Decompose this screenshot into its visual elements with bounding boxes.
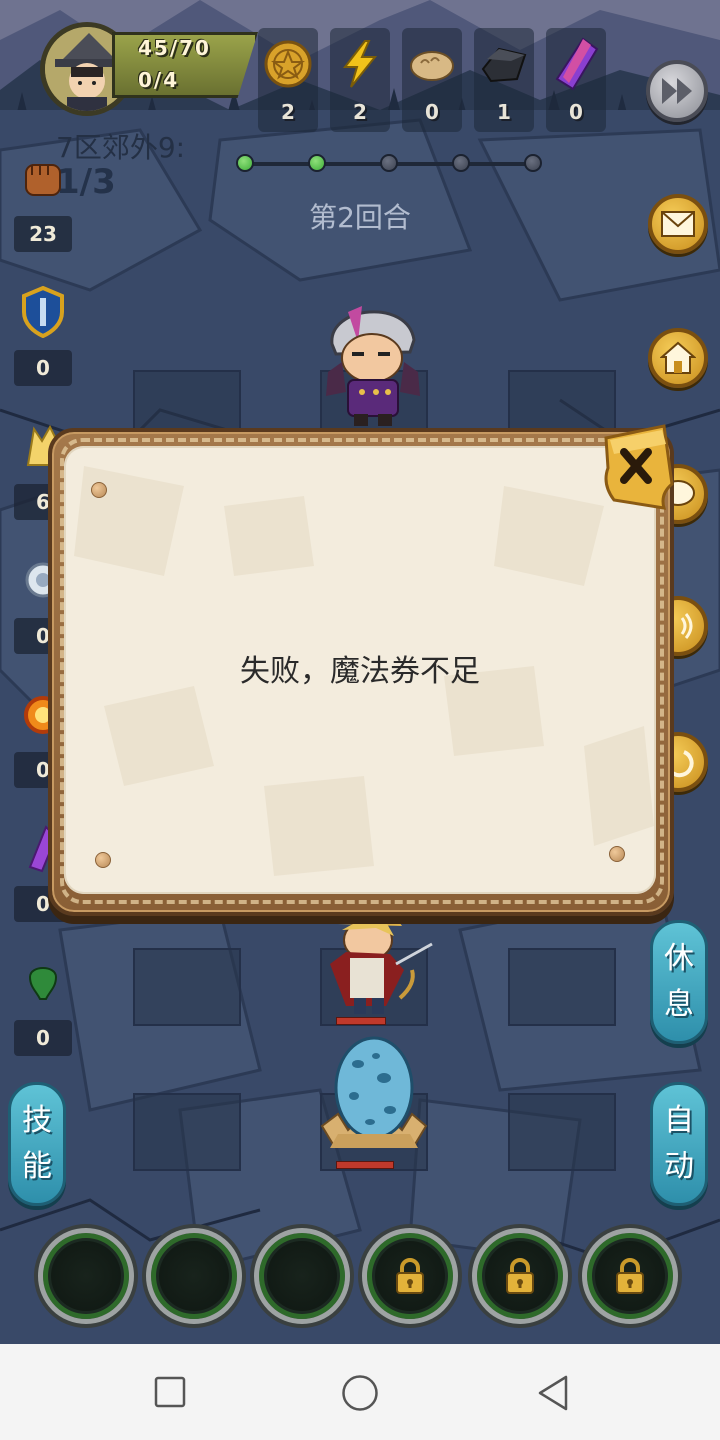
stage-name: 7区郊外9: bbox=[56, 131, 186, 164]
dialog-message: 失败，魔法券不足 bbox=[240, 654, 480, 689]
rest-button[interactable]: 休 息 bbox=[650, 920, 708, 1044]
stat-value: 23 bbox=[14, 216, 72, 252]
skill-slot-inner bbox=[267, 1241, 337, 1311]
wave-progress-dot bbox=[236, 154, 254, 172]
resource-count: 0 bbox=[569, 100, 583, 124]
mail-button[interactable] bbox=[648, 194, 708, 254]
skill-slot-inner bbox=[595, 1241, 665, 1311]
resource-count: 2 bbox=[353, 100, 367, 124]
home-nav-icon[interactable] bbox=[341, 1374, 379, 1412]
auto-label-2: 动 bbox=[664, 1149, 694, 1184]
locked-skill-slot[interactable] bbox=[472, 1228, 568, 1324]
paper-pin bbox=[609, 846, 625, 862]
wave-progress-dot bbox=[380, 154, 398, 172]
fast-forward-button[interactable] bbox=[646, 60, 708, 122]
bread-icon bbox=[402, 36, 462, 92]
resource-gold[interactable]: 2 bbox=[258, 28, 318, 132]
locked-skill-slot[interactable] bbox=[362, 1228, 458, 1324]
ally-cell[interactable] bbox=[133, 948, 241, 1026]
crystal-icon bbox=[546, 36, 606, 92]
stat-value: 0 bbox=[14, 350, 72, 386]
home-button[interactable] bbox=[648, 328, 708, 388]
recent-apps-icon[interactable] bbox=[154, 1376, 186, 1408]
hero-character-sprite[interactable] bbox=[316, 914, 434, 1018]
rest-label-2: 息 bbox=[664, 987, 694, 1022]
paper-pin bbox=[95, 852, 111, 868]
game-screen: 45/70 0/4 2 2 0 1 0 7区郊外9: 1/3 第2回合 23 0… bbox=[0, 0, 720, 1344]
auto-label-1: 自 bbox=[664, 1103, 694, 1138]
skill-slot[interactable] bbox=[38, 1228, 134, 1324]
lock-icon bbox=[506, 1258, 534, 1294]
paper-pin bbox=[91, 482, 107, 498]
defense-stat[interactable]: 0 bbox=[14, 284, 72, 388]
skill-slot-inner bbox=[485, 1241, 555, 1311]
ally-cell[interactable] bbox=[508, 1093, 616, 1171]
ticket-counter: 0/4 bbox=[138, 68, 180, 92]
energy-counter: 45/70 bbox=[138, 36, 211, 60]
rest-label-1: 休 bbox=[664, 941, 694, 976]
skill-slot-inner bbox=[375, 1241, 445, 1311]
resource-iron[interactable]: 1 bbox=[474, 28, 534, 132]
ally-cell[interactable] bbox=[133, 1093, 241, 1171]
fist-icon bbox=[18, 150, 68, 206]
skill-slot-inner bbox=[159, 1241, 229, 1311]
fast-forward-icon bbox=[662, 78, 692, 104]
stat-value: 0 bbox=[14, 1020, 72, 1056]
ally-cell[interactable] bbox=[508, 948, 616, 1026]
green-gem-icon bbox=[18, 954, 68, 1010]
skill-slot[interactable] bbox=[254, 1228, 350, 1324]
wave-progress-dot bbox=[308, 154, 326, 172]
back-icon[interactable] bbox=[536, 1374, 572, 1412]
enemy-character-sprite[interactable] bbox=[318, 292, 428, 428]
shield-icon bbox=[18, 284, 68, 340]
resource-count: 2 bbox=[281, 100, 295, 124]
lock-icon bbox=[396, 1258, 424, 1294]
attack-stat[interactable]: 23 bbox=[14, 150, 72, 254]
dialog-close-button[interactable] bbox=[600, 424, 676, 510]
skill-slot-inner bbox=[51, 1241, 121, 1311]
skill-label-1: 技 bbox=[22, 1103, 52, 1138]
skill-button[interactable]: 技 能 bbox=[8, 1082, 66, 1206]
gem-stat[interactable]: 0 bbox=[14, 954, 72, 1058]
auto-button[interactable]: 自 动 bbox=[650, 1082, 708, 1206]
system-navigation-bar bbox=[0, 1344, 720, 1440]
wave-progress-dot bbox=[452, 154, 470, 172]
locked-skill-slot[interactable] bbox=[582, 1228, 678, 1324]
skill-slot[interactable] bbox=[146, 1228, 242, 1324]
close-icon bbox=[604, 424, 674, 510]
resource-crystal[interactable]: 0 bbox=[546, 28, 606, 132]
resource-count: 0 bbox=[425, 100, 439, 124]
envelope-icon bbox=[661, 211, 695, 237]
wave-progress-dot bbox=[524, 154, 542, 172]
round-label: 第2回合 bbox=[309, 201, 411, 234]
egg-hp-bar bbox=[336, 1161, 394, 1169]
lock-icon bbox=[616, 1258, 644, 1294]
home-icon bbox=[660, 341, 696, 374]
lightning-icon bbox=[330, 36, 390, 92]
resource-energy[interactable]: 2 bbox=[330, 28, 390, 132]
iron-ore-icon bbox=[474, 36, 534, 92]
gold-coin-icon bbox=[258, 36, 318, 92]
egg-sprite[interactable] bbox=[318, 1034, 430, 1158]
skill-label-2: 能 bbox=[22, 1149, 52, 1184]
resource-count: 1 bbox=[497, 100, 511, 124]
resource-bread[interactable]: 0 bbox=[402, 28, 462, 132]
hero-hp-bar bbox=[336, 1017, 386, 1025]
